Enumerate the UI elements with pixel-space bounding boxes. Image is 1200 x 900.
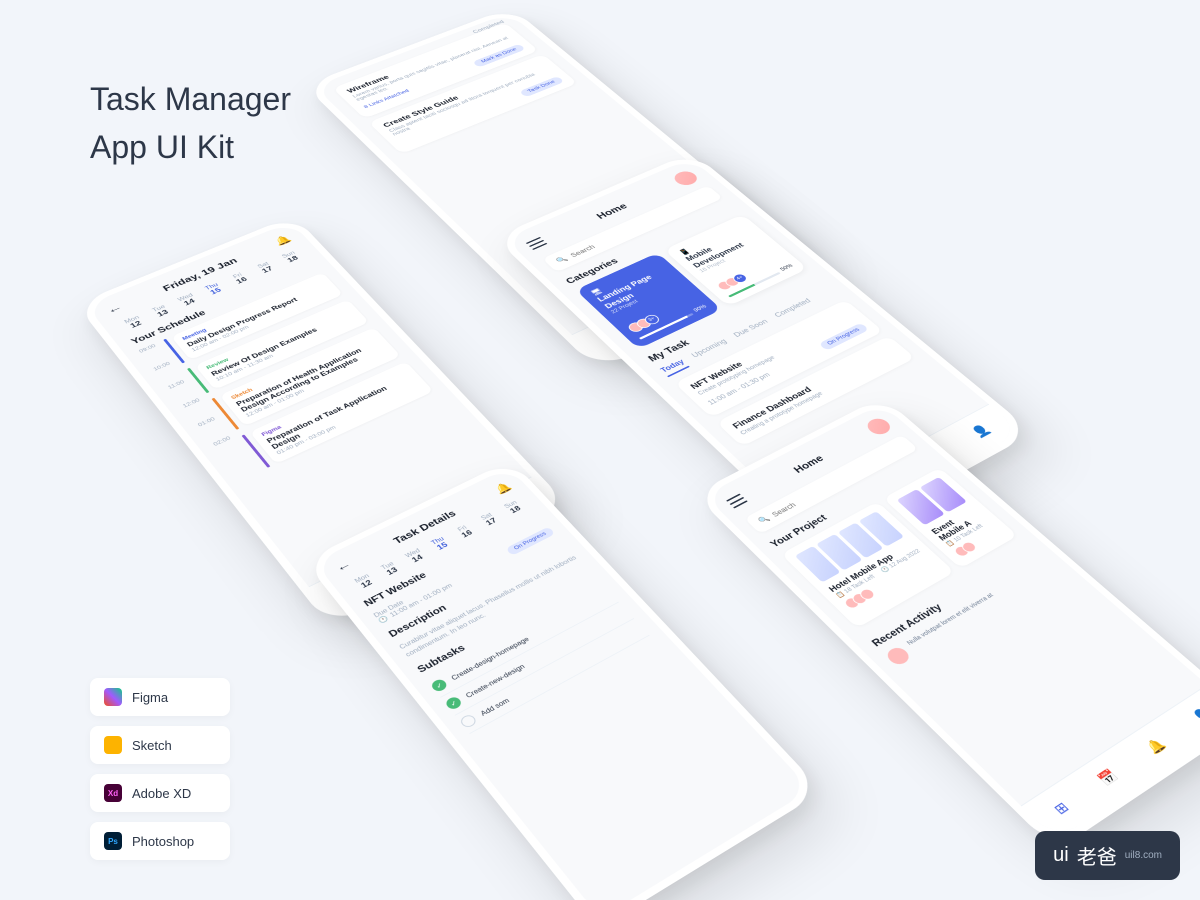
- menu-button[interactable]: [526, 237, 548, 250]
- check-icon[interactable]: ✓: [444, 695, 464, 711]
- figma-icon: [104, 688, 122, 706]
- tool-figma: Figma: [90, 678, 230, 716]
- sketch-icon: [104, 736, 122, 754]
- notification-icon[interactable]: 🔔: [272, 233, 294, 247]
- nav-profile-icon[interactable]: 👤: [968, 422, 994, 440]
- nav-calendar-icon[interactable]: 📅: [1095, 767, 1122, 788]
- search-icon: 🔍: [757, 514, 772, 525]
- avatar[interactable]: [863, 416, 894, 437]
- back-button[interactable]: ←: [333, 558, 355, 575]
- avatar: [884, 645, 913, 667]
- nav-grid-icon[interactable]: ⊞: [1050, 799, 1073, 818]
- check-icon[interactable]: ✓: [429, 678, 448, 694]
- watermark: ui老爸 uil8.com: [1035, 831, 1180, 880]
- tool-xd: XdAdobe XD: [90, 774, 230, 812]
- product-title: Task ManagerApp UI Kit: [90, 75, 291, 171]
- xd-icon: Xd: [104, 784, 122, 802]
- menu-button[interactable]: [726, 493, 748, 508]
- check-empty-icon[interactable]: [458, 713, 478, 729]
- nav-bell-icon[interactable]: 🔔: [1143, 736, 1169, 757]
- tool-sketch: Sketch: [90, 726, 230, 764]
- nav-profile-icon[interactable]: 👤: [1189, 705, 1200, 725]
- ps-icon: Ps: [104, 832, 122, 850]
- search-icon: 🔍: [554, 255, 569, 265]
- notification-icon[interactable]: 🔔: [492, 480, 514, 496]
- avatar[interactable]: [670, 169, 701, 188]
- tab-today[interactable]: Today: [659, 358, 690, 377]
- tool-badges: Figma Sketch XdAdobe XD PsPhotoshop: [90, 678, 230, 860]
- back-button[interactable]: ←: [104, 302, 125, 317]
- tool-ps: PsPhotoshop: [90, 822, 230, 860]
